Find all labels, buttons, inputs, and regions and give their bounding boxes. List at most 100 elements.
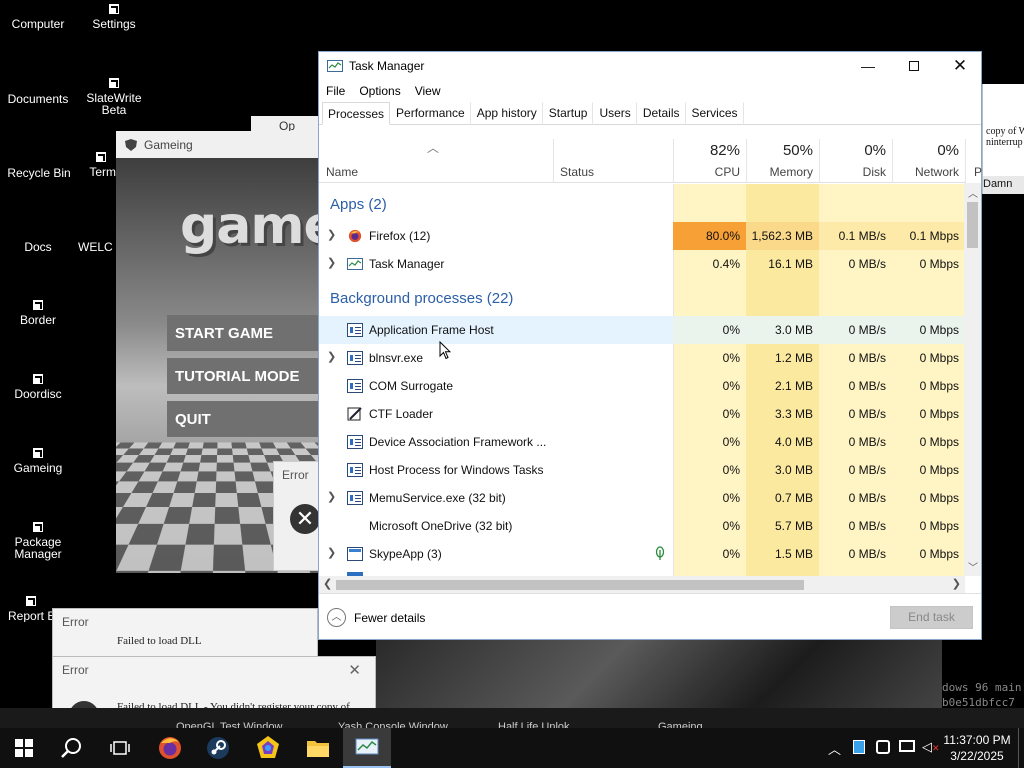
error-dialog-front[interactable]: Error ✕ Failed to load DLL - You didn't … [52,656,376,717]
column-status[interactable]: Status [553,139,673,183]
shortcut-icon [33,448,43,458]
desktop-icon-package-manager[interactable]: Package Manager [0,522,76,560]
process-row-selected[interactable]: Application Frame Host 0% 3.0 MB 0 MB/s … [319,316,965,344]
tab-services[interactable]: Services [686,102,744,124]
disk-cell: 0 MB/s [848,323,886,337]
tutorial-mode-button[interactable]: TUTORIAL MODE [167,358,326,394]
network-icon[interactable] [899,740,915,752]
desktop-icon-gameing[interactable]: Gameing [0,448,76,474]
menu-file[interactable]: File [326,84,345,98]
process-row-firefox[interactable]: ❯ Firefox (12) 80.0% 1,562.3 MB 0.1 MB/s… [319,222,965,250]
process-row-task-manager[interactable]: ❯ Task Manager 0.4% 16.1 MB 0 MB/s 0 Mbp… [319,250,965,278]
steam-icon[interactable] [194,728,242,768]
app-icon[interactable] [244,728,292,768]
file-explorer-icon[interactable] [294,728,342,768]
expand-chevron-icon[interactable]: ❯ [327,256,336,269]
tab-processes[interactable]: Processes [322,102,391,125]
column-network[interactable]: 0% Network [892,139,965,183]
process-row[interactable]: Device Association Framework ... 0% 4.0 … [319,428,965,456]
memory-cell: 2.1 MB [774,379,813,393]
process-row[interactable]: ❯ SkypeApp (3) 0% 1.5 MB 0 MB/s 0 Mbps [319,540,965,568]
desktop-icon-recycle-bin[interactable]: Recycle Bin [0,167,78,179]
search-icon[interactable] [48,728,96,768]
desktop-icon-slatewrite[interactable]: SlateWrite Beta [76,78,152,116]
task-manager-icon[interactable] [343,728,391,768]
vertical-scrollbar[interactable]: ︿ ﹀ [964,183,981,576]
volume-muted-icon[interactable]: ◁✕ [922,739,940,755]
close-icon[interactable]: ✕ [348,661,361,679]
scrollbar-thumb[interactable] [967,202,978,248]
scroll-left-icon[interactable]: ❮ [323,577,332,590]
error-dialog-back[interactable]: Error Failed to load DLL [52,608,318,658]
menu-view[interactable]: View [415,84,441,98]
minimize-icon[interactable]: — [845,52,891,80]
desktop-icon-settings[interactable]: Settings [76,4,152,30]
network-cell: 0 Mbps [919,491,959,505]
column-memory[interactable]: 50% Memory [746,139,819,183]
group-header-apps[interactable]: Apps (2) [330,196,387,213]
maximize-icon[interactable] [891,52,937,80]
clock[interactable]: 11:37:00 PM 3/22/2025 [942,732,1012,764]
tab-details[interactable]: Details [637,102,686,124]
windows-start-icon[interactable] [0,728,48,768]
scroll-right-icon[interactable]: ❯ [952,577,961,590]
column-power[interactable]: P [965,139,985,183]
column-disk[interactable]: 0% Disk [819,139,892,183]
menu-options[interactable]: Options [359,84,400,98]
close-icon[interactable]: ✕ [937,52,983,80]
column-cpu[interactable]: 82% CPU [673,139,746,183]
expand-chevron-icon[interactable]: ❯ [327,228,336,241]
shortcut-icon [33,300,43,310]
desktop-icon-term[interactable]: Term [76,152,116,178]
cpu-cell: 0% [722,463,740,477]
column-name[interactable]: Name [319,139,554,183]
fewer-details-button[interactable]: ︿ Fewer details [327,608,425,627]
quit-button[interactable]: QUIT [167,401,326,437]
desktop-icon-docs[interactable]: Docs [0,241,76,253]
firefox-icon[interactable] [146,728,194,768]
scrollbar-thumb[interactable] [336,580,804,590]
app-window-icon [347,379,363,393]
group-header-background[interactable]: Background processes (22) [330,290,513,307]
process-row[interactable]: Microsoft OneDrive (32 bit) 0% 5.7 MB 0 … [319,512,965,540]
process-row[interactable]: Host Process for Windows Tasks 0% 3.0 MB… [319,456,965,484]
chevron-up-icon[interactable]: ︿ [828,739,841,758]
scroll-up-icon[interactable]: ︿ [968,185,978,200]
task-view-icon[interactable] [96,728,144,768]
expand-chevron-icon[interactable]: ❯ [327,350,336,363]
show-desktop-button[interactable] [1018,728,1024,768]
desktop-icon-doordisc[interactable]: Doordisc [0,374,76,400]
start-game-button[interactable]: START GAME [167,315,326,351]
scroll-down-icon[interactable]: ﹀ [968,559,978,574]
process-row[interactable]: CTF Loader 0% 3.3 MB 0 MB/s 0 Mbps [319,400,965,428]
game-error-dialog[interactable]: Error ✕ [273,461,321,571]
desktop-icon-computer[interactable]: Computer [0,18,76,30]
tab-startup[interactable]: Startup [543,102,594,124]
cpu-cell: 0% [722,379,740,393]
desktop-icon-border[interactable]: Border [0,300,76,326]
expand-chevron-icon[interactable]: ❯ [327,490,336,503]
network-cell: 0 Mbps [919,463,959,477]
expand-chevron-icon[interactable]: ❯ [327,546,336,559]
task-manager-titlebar[interactable]: Task Manager — ✕ [319,52,981,80]
desktop-icon-welcome[interactable]: WELC [78,241,116,253]
tray-app-icon[interactable] [853,740,865,754]
game-window-titlebar[interactable]: Gameing [116,131,326,158]
desktop-icon-documents[interactable]: Documents [0,93,76,105]
process-row[interactable]: COM Surrogate 0% 2.1 MB 0 MB/s 0 Mbps [319,372,965,400]
desktop-icon-report[interactable]: Report B [0,596,56,622]
shortcut-icon [33,522,43,532]
desktop-icon-label: Report B [8,609,56,622]
webcam-icon[interactable] [876,740,890,754]
column-label: Status [560,165,595,179]
end-task-button[interactable]: End task [890,606,973,629]
app-window-icon [347,435,363,449]
tab-users[interactable]: Users [593,102,637,124]
tab-app-history[interactable]: App history [471,102,543,124]
cpu-cell: 0% [722,435,740,449]
process-row[interactable]: ❯ blnsvr.exe 0% 1.2 MB 0 MB/s 0 Mbps [319,344,965,372]
process-row[interactable]: ❯ MemuService.exe (32 bit) 0% 0.7 MB 0 M… [319,484,965,512]
task-manager-window[interactable]: Task Manager — ✕ File Options View Proce… [318,51,982,640]
tab-performance[interactable]: Performance [390,102,471,124]
horizontal-scrollbar[interactable]: ❮ ❯ [319,576,965,593]
